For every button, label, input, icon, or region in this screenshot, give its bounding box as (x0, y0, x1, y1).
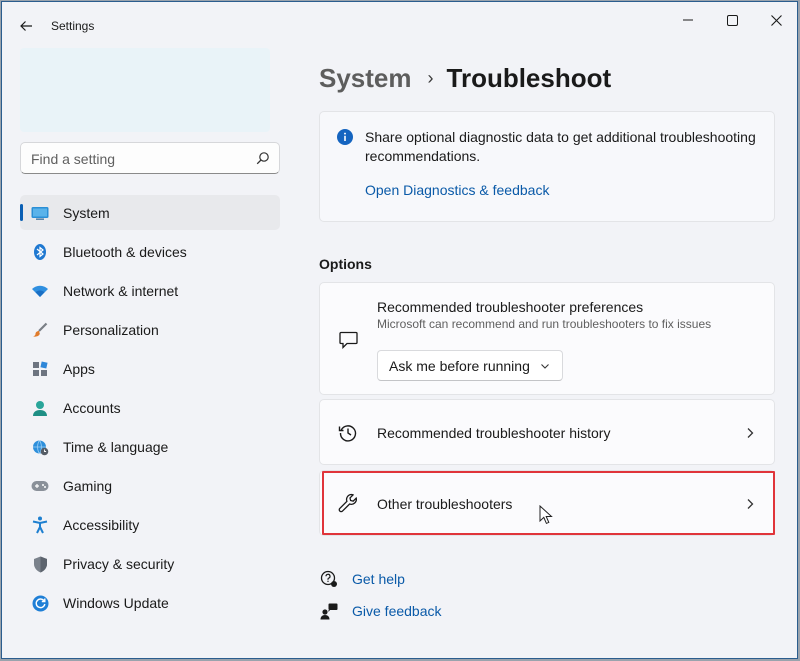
preferences-dropdown[interactable]: Ask me before running (377, 350, 563, 381)
sidebar-item-time-language[interactable]: Time & language (20, 429, 280, 464)
maximize-icon (726, 14, 738, 26)
info-icon (337, 129, 353, 145)
sidebar-item-label: Personalization (63, 321, 159, 338)
breadcrumb-parent[interactable]: System (319, 63, 412, 94)
page-title: Troubleshoot (446, 62, 612, 93)
sidebar-item-label: Bluetooth & devices (63, 243, 187, 260)
info-text: Share optional diagnostic data to get ad… (365, 129, 756, 164)
sidebar-item-system[interactable]: System (20, 195, 280, 230)
troubleshooter-preferences-card: Recommended troubleshooter preferences M… (319, 282, 775, 395)
sidebar-item-accounts[interactable]: Accounts (20, 390, 280, 425)
get-help-row[interactable]: Get help (319, 567, 405, 591)
brush-icon (31, 321, 49, 339)
wifi-icon (31, 282, 49, 300)
chevron-right-icon (747, 428, 754, 438)
gamepad-icon (31, 477, 49, 495)
search-icon[interactable] (256, 151, 270, 165)
update-icon (31, 594, 49, 612)
sidebar-item-label: Gaming (63, 477, 113, 494)
minimize-icon (683, 19, 693, 21)
other-troubleshooters-title: Other troubleshooters (377, 496, 513, 512)
sidebar-item-label: Accessibility (63, 516, 140, 533)
profile-area[interactable] (20, 48, 270, 132)
sidebar-item-label: System (63, 204, 110, 221)
accessibility-icon (31, 516, 49, 534)
breadcrumb: System › Troubleshoot (319, 60, 611, 96)
give-feedback-link[interactable]: Give feedback (352, 603, 442, 619)
sidebar-nav: System Bluetooth & devices Network & int… (20, 195, 280, 624)
sidebar-item-accessibility[interactable]: Accessibility (20, 507, 280, 542)
sidebar-item-label: Privacy & security (63, 555, 175, 572)
chevron-down-icon (541, 364, 549, 369)
search-box[interactable] (20, 142, 280, 174)
breadcrumb-separator: › (427, 67, 434, 88)
sidebar-item-windows-update[interactable]: Windows Update (20, 585, 280, 620)
app-title: Settings (51, 19, 95, 33)
title-bar: Settings (2, 2, 797, 46)
troubleshooter-history-card[interactable]: Recommended troubleshooter history (319, 399, 775, 465)
monitor-icon (31, 204, 49, 222)
sidebar-item-label: Windows Update (63, 594, 169, 611)
close-icon (770, 14, 782, 26)
history-icon (337, 422, 359, 444)
chevron-right-icon (747, 499, 754, 509)
help-icon (319, 569, 339, 589)
sidebar-item-apps[interactable]: Apps (20, 351, 280, 386)
sidebar-item-privacy[interactable]: Privacy & security (20, 546, 280, 581)
sidebar-item-label: Time & language (63, 438, 169, 455)
chat-bubble-icon (337, 328, 359, 350)
sidebar-item-label: Apps (63, 360, 95, 377)
preferences-subtitle: Microsoft can recommend and run troubles… (377, 317, 712, 331)
close-button[interactable] (754, 6, 797, 34)
shield-icon (31, 555, 49, 573)
sidebar-item-network[interactable]: Network & internet (20, 273, 280, 308)
back-button[interactable] (12, 12, 40, 40)
back-arrow-icon (20, 21, 32, 31)
globe-clock-icon (31, 438, 49, 456)
sidebar-item-gaming[interactable]: Gaming (20, 468, 280, 503)
diagnostic-info-card: Share optional diagnostic data to get ad… (319, 111, 775, 222)
minimize-button[interactable] (666, 6, 710, 34)
bluetooth-icon (31, 243, 49, 261)
apps-icon (31, 360, 49, 378)
sidebar-item-label: Accounts (63, 399, 121, 416)
search-input[interactable] (31, 150, 251, 168)
settings-window: Settings System Bluetooth & devices (1, 1, 798, 659)
give-feedback-row[interactable]: Give feedback (319, 599, 442, 623)
sidebar-item-bluetooth[interactable]: Bluetooth & devices (20, 234, 280, 269)
mouse-cursor-icon (539, 505, 553, 525)
sidebar-item-personalization[interactable]: Personalization (20, 312, 280, 347)
person-icon (31, 399, 49, 417)
maximize-button[interactable] (710, 6, 754, 34)
wrench-icon (337, 492, 359, 514)
preferences-title: Recommended troubleshooter preferences (377, 299, 644, 315)
feedback-icon (319, 601, 339, 621)
history-title: Recommended troubleshooter history (377, 425, 611, 441)
dropdown-value: Ask me before running (389, 358, 530, 374)
diagnostics-feedback-link[interactable]: Open Diagnostics & feedback (365, 182, 549, 198)
active-indicator (20, 204, 23, 221)
options-heading: Options (319, 256, 372, 272)
get-help-link[interactable]: Get help (352, 571, 405, 587)
other-troubleshooters-card[interactable]: Other troubleshooters (319, 470, 775, 536)
sidebar-item-label: Network & internet (63, 282, 179, 299)
